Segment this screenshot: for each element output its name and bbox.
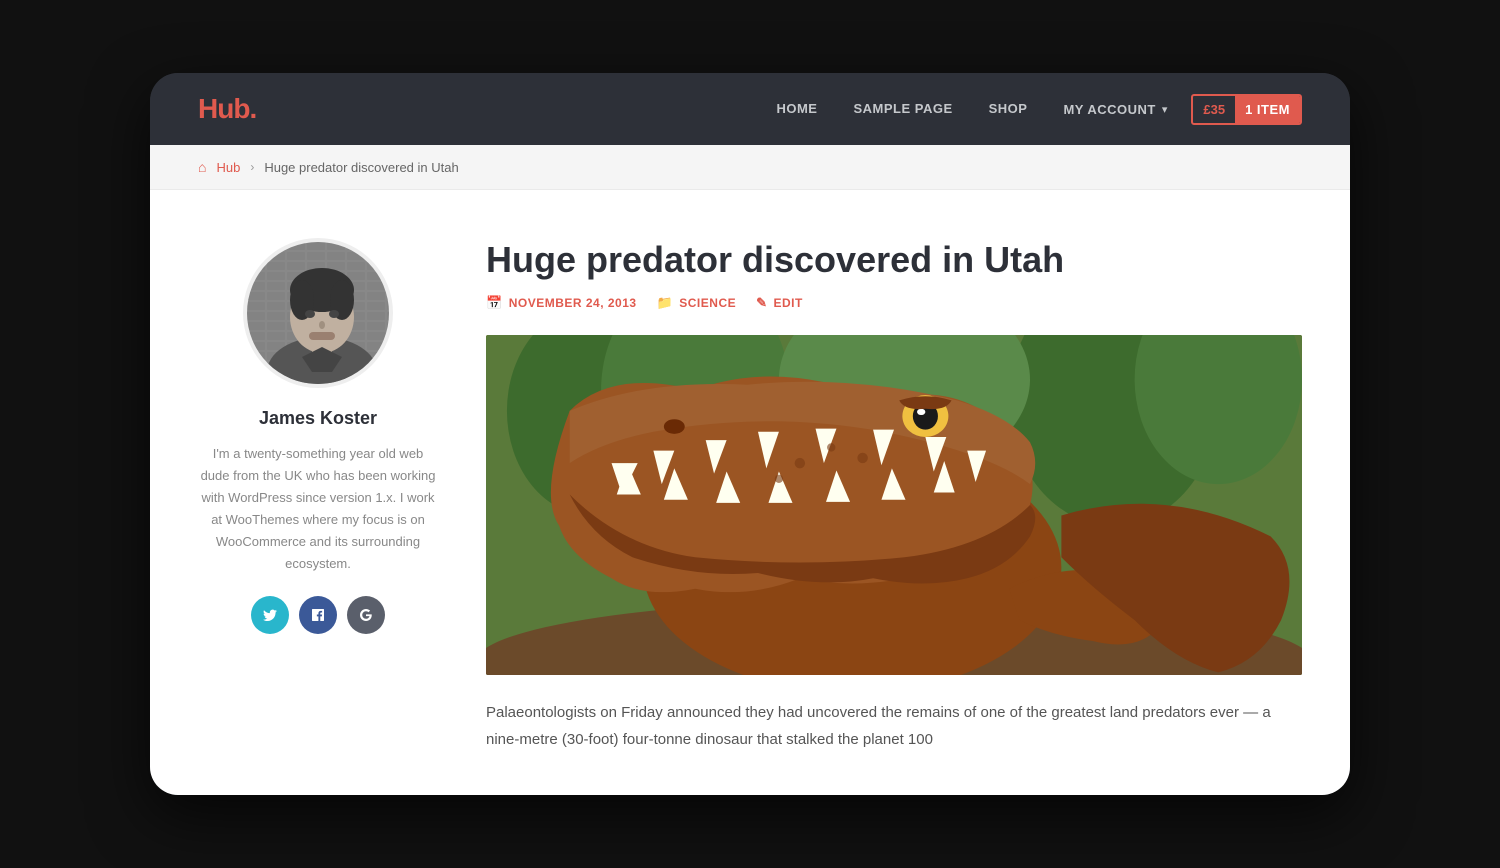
article-excerpt: Palaeontologists on Friday announced the… [486, 699, 1302, 753]
author-name: James Koster [198, 408, 438, 429]
social-links [198, 596, 438, 634]
author-avatar [243, 238, 393, 388]
facebook-link[interactable] [299, 596, 337, 634]
facebook-icon [310, 607, 326, 623]
gplus-icon [358, 607, 374, 623]
breadcrumb-current-page: Huge predator discovered in Utah [264, 160, 458, 175]
chevron-down-icon: ▾ [1162, 103, 1168, 116]
author-sidebar: James Koster I'm a twenty-something year… [198, 238, 438, 753]
nav-shop[interactable]: SHOP [989, 101, 1028, 116]
content-area: ⌂ Hub › Huge predator discovered in Utah [150, 145, 1350, 795]
site-logo[interactable]: Hub. [198, 93, 776, 125]
edit-icon: ✎ [756, 295, 767, 311]
cart-price: £35 [1193, 96, 1235, 123]
cart-items-count: 1 ITEM [1235, 96, 1300, 123]
breadcrumb-home-link[interactable]: Hub [216, 160, 240, 175]
article-date: 📅 NOVEMBER 24, 2013 [486, 295, 637, 311]
article-edit[interactable]: ✎ EDIT [756, 295, 803, 311]
cart-button[interactable]: £35 1 ITEM [1191, 94, 1302, 125]
date-text: NOVEMBER 24, 2013 [509, 296, 637, 310]
gplus-link[interactable] [347, 596, 385, 634]
article-featured-image [486, 335, 1302, 675]
article: Huge predator discovered in Utah 📅 NOVEM… [486, 238, 1302, 753]
edit-text: EDIT [774, 296, 803, 310]
article-meta: 📅 NOVEMBER 24, 2013 📁 SCIENCE ✎ EDIT [486, 295, 1302, 311]
twitter-link[interactable] [251, 596, 289, 634]
twitter-icon [262, 607, 278, 623]
category-text: SCIENCE [679, 296, 736, 310]
article-category[interactable]: 📁 SCIENCE [657, 295, 737, 311]
breadcrumb-separator: › [250, 160, 254, 174]
folder-icon: 📁 [657, 295, 674, 311]
main-layout: James Koster I'm a twenty-something year… [150, 190, 1350, 793]
breadcrumb: ⌂ Hub › Huge predator discovered in Utah [150, 145, 1350, 190]
article-title: Huge predator discovered in Utah [486, 238, 1302, 281]
logo-text: Hub [198, 93, 249, 124]
logo-dot: . [249, 93, 256, 124]
nav-my-account[interactable]: MY ACCOUNT [1063, 102, 1155, 117]
navigation: Hub. HOME SAMPLE PAGE SHOP MY ACCOUNT ▾ … [150, 73, 1350, 145]
nav-home[interactable]: HOME [776, 101, 817, 116]
calendar-icon: 📅 [486, 295, 503, 311]
home-icon: ⌂ [198, 159, 206, 175]
nav-menu: HOME SAMPLE PAGE SHOP MY ACCOUNT ▾ [776, 100, 1167, 118]
author-bio: I'm a twenty-something year old web dude… [198, 443, 438, 576]
nav-sample-page[interactable]: SAMPLE PAGE [853, 101, 952, 116]
